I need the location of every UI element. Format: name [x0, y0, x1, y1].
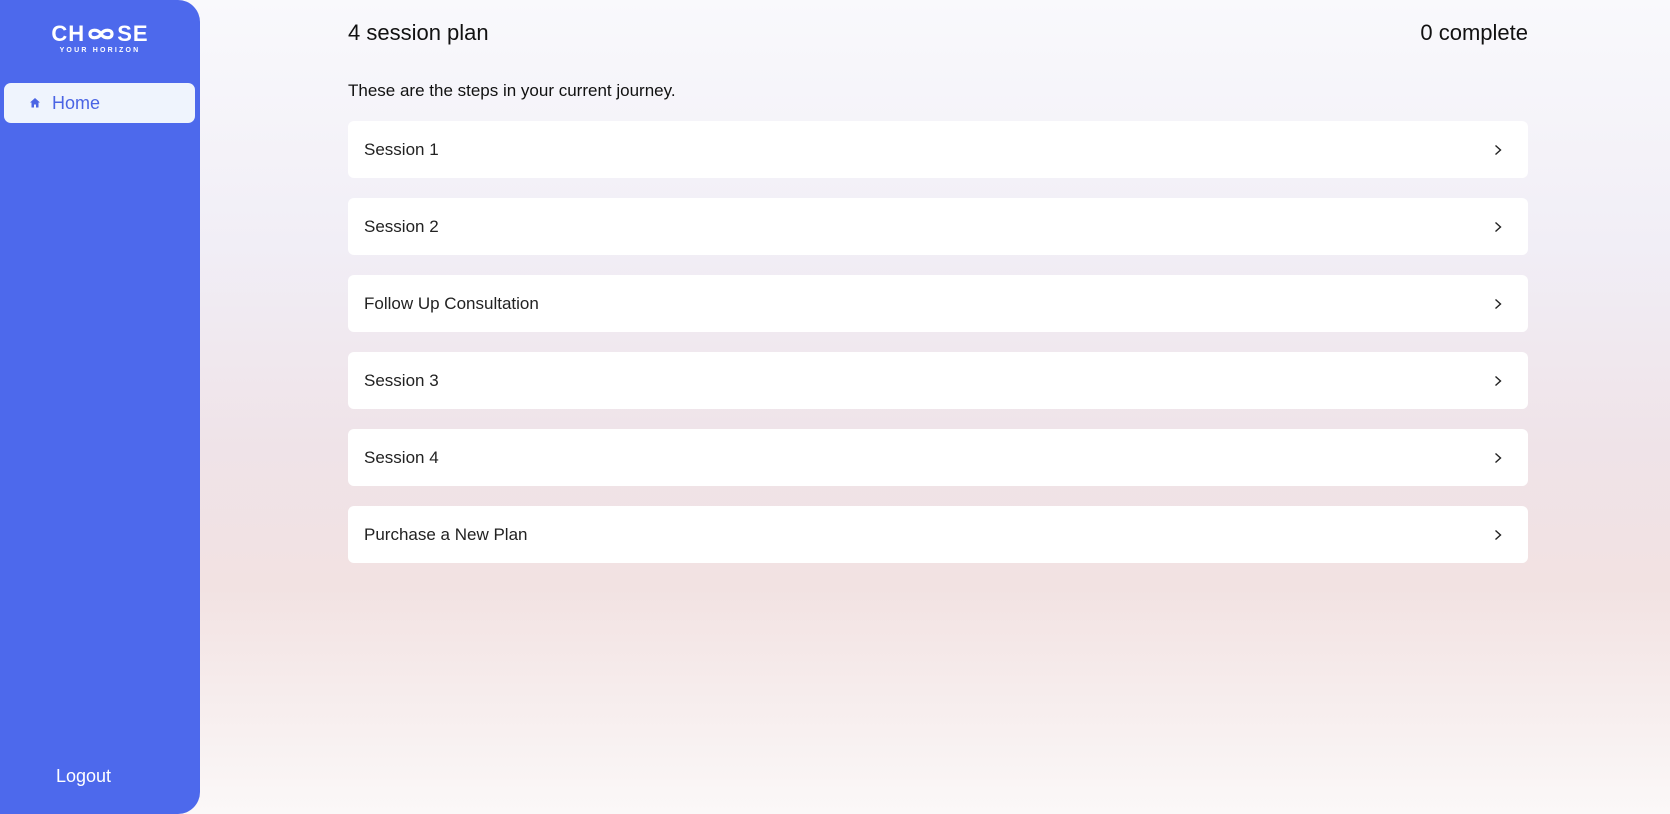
sidebar-item-label: Home — [52, 92, 101, 113]
brand-logo-tagline: YOUR HORIZON — [59, 47, 141, 54]
chevron-right-icon — [1492, 529, 1504, 541]
step-purchase-new-plan[interactable]: Purchase a New Plan — [348, 506, 1528, 563]
step-list: Session 1 Session 2 Follow Up Consultati… — [348, 121, 1528, 583]
home-icon — [28, 96, 42, 110]
step-label: Session 2 — [364, 216, 439, 236]
brand-logo[interactable]: CH SE YOUR HORIZON — [0, 22, 200, 55]
chevron-right-icon — [1492, 221, 1504, 233]
chevron-right-icon — [1492, 144, 1504, 156]
intro-text: These are the steps in your current jour… — [348, 81, 676, 100]
step-session-4[interactable]: Session 4 — [348, 429, 1528, 486]
step-label: Purchase a New Plan — [364, 524, 528, 544]
completion-count: 0 complete — [1420, 20, 1528, 45]
chevron-right-icon — [1492, 298, 1504, 310]
step-follow-up-consultation[interactable]: Follow Up Consultation — [348, 275, 1528, 332]
sidebar-item-home[interactable]: Home — [4, 83, 195, 123]
page-title: 4 session plan — [348, 20, 489, 45]
step-label: Session 3 — [364, 370, 439, 390]
step-label: Session 1 — [364, 139, 439, 159]
step-session-3[interactable]: Session 3 — [348, 352, 1528, 409]
chevron-right-icon — [1492, 452, 1504, 464]
logout-button[interactable]: Logout — [56, 766, 111, 787]
step-session-1[interactable]: Session 1 — [348, 121, 1528, 178]
step-label: Follow Up Consultation — [364, 293, 539, 313]
chevron-right-icon — [1492, 375, 1504, 387]
step-label: Session 4 — [364, 447, 439, 467]
infinity-icon — [88, 28, 114, 40]
brand-logo-wordmark: CH SE — [51, 21, 149, 46]
step-session-2[interactable]: Session 2 — [348, 198, 1528, 255]
sidebar: CH SE YOUR HORIZON Home Logout — [0, 0, 200, 814]
